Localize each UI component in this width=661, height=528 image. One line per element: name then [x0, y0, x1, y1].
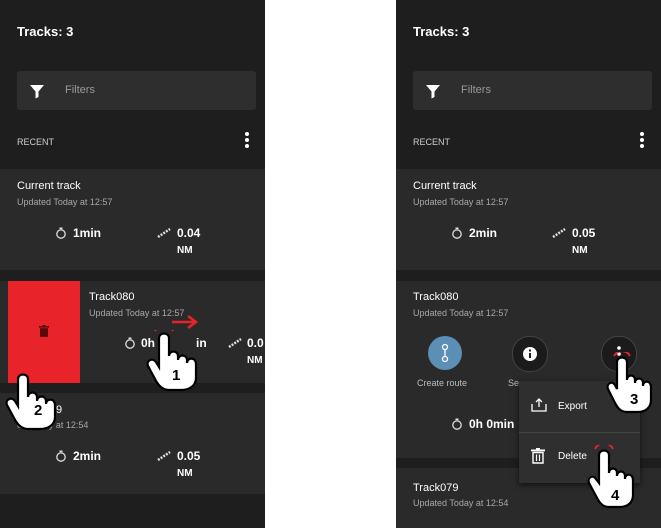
track-info-button[interactable]: [512, 336, 548, 372]
card-title: Track079: [413, 482, 459, 494]
distance-value: 0.04: [177, 226, 201, 240]
card-title: Track080: [413, 291, 459, 303]
tap-hand-icon-step-3: 3: [606, 352, 653, 414]
current-track-card[interactable]: Current track Updated Today at 12:57 2mi…: [396, 169, 661, 270]
card-updated: Updated Today at 12:54: [413, 498, 509, 508]
step-number-2: 2: [34, 402, 42, 419]
recent-section-label: RECENT: [17, 137, 55, 147]
menu-divider: [519, 432, 640, 433]
distance-value: 0.05: [572, 226, 596, 240]
current-track-card[interactable]: Current track Updated Today at 12:57 1mi…: [0, 169, 265, 270]
card-updated: Updated Today at 12:57: [413, 308, 509, 318]
distance-unit: NM: [177, 468, 193, 479]
card-updated: Updated Today at 12:57: [17, 197, 113, 207]
distance-ruler-icon: [157, 451, 171, 461]
second-action-label-fragment: Se: [508, 378, 520, 388]
swipe-right-arrow-icon: [172, 315, 199, 329]
swipe-delete-action[interactable]: [8, 281, 80, 383]
filters-label: Filters: [65, 84, 95, 96]
filters-label: Filters: [461, 84, 491, 96]
distance-unit: NM: [247, 355, 263, 366]
stopwatch-icon: [56, 450, 66, 462]
filters-bar[interactable]: Filters: [413, 71, 652, 110]
tracks-count-title: Tracks: 3: [17, 24, 74, 39]
tap-hand-icon-step-4: 4: [587, 445, 635, 509]
recent-section-label: RECENT: [413, 137, 451, 147]
stopwatch-icon: [56, 227, 66, 239]
card-title: Track080: [89, 291, 135, 303]
stopwatch-icon: [452, 227, 462, 239]
duration-value: 2min: [469, 226, 498, 240]
duration-value: 2min: [73, 449, 102, 463]
tap-hand-icon-step-2: 2: [5, 371, 57, 431]
more-options-icon[interactable]: [241, 130, 253, 152]
duration-value: 0h 0min: [469, 417, 515, 431]
card-updated: Updated Today at 12:57: [413, 197, 509, 207]
trash-icon: [531, 448, 545, 464]
filters-bar[interactable]: Filters: [17, 71, 256, 110]
stopwatch-icon: [452, 418, 462, 430]
create-route-label: Create route: [417, 378, 468, 388]
distance-unit: NM: [177, 245, 193, 256]
info-icon: [523, 347, 537, 361]
create-route-button[interactable]: [428, 336, 462, 370]
stopwatch-icon: [125, 337, 135, 349]
more-options-icon[interactable]: [636, 130, 648, 152]
filter-icon: [30, 85, 44, 99]
distance-value: 0.05: [177, 449, 201, 463]
duration-value: 1min: [73, 226, 102, 240]
distance-value: 0.0: [247, 336, 264, 350]
step-number-4: 4: [611, 487, 620, 504]
trash-icon: [39, 325, 49, 337]
distance-ruler-icon: [552, 228, 566, 238]
distance-ruler-icon: [157, 228, 171, 238]
step-number-3: 3: [630, 391, 638, 408]
export-icon: [531, 398, 547, 412]
route-icon: [441, 343, 449, 363]
filter-icon: [426, 85, 440, 99]
tap-hand-icon-step-1: 1: [146, 330, 198, 392]
distance-ruler-icon: [228, 338, 242, 348]
menu-export[interactable]: Export: [558, 401, 587, 412]
menu-delete[interactable]: Delete: [558, 451, 587, 462]
tracks-count-title: Tracks: 3: [413, 24, 470, 39]
card-title: Current track: [413, 180, 477, 192]
tracks-screen-left: Tracks: 3 Filters RECENT Current track U…: [0, 0, 265, 528]
step-number-1: 1: [172, 367, 180, 384]
card-title: Current track: [17, 180, 81, 192]
distance-unit: NM: [572, 245, 588, 256]
